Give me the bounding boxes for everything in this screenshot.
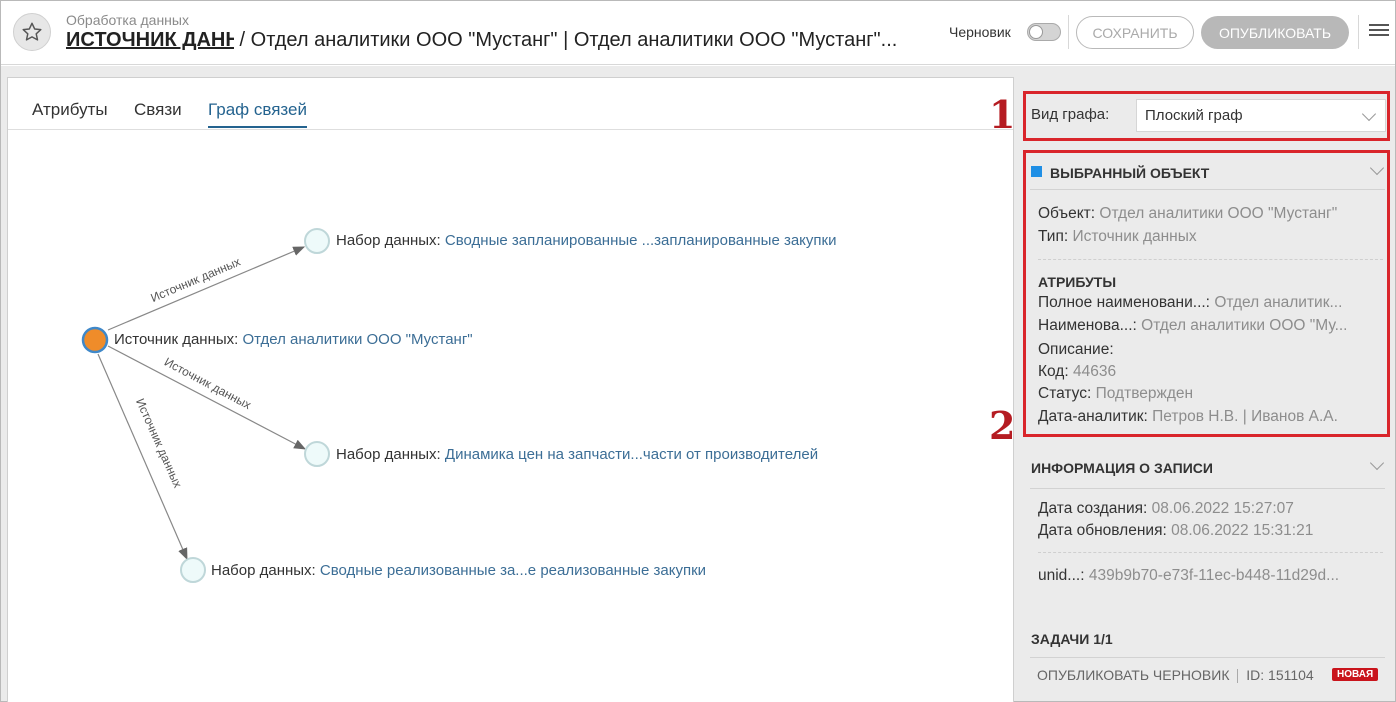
favorite-button[interactable] — [13, 13, 51, 51]
center-node[interactable] — [81, 326, 109, 354]
graph-type-label: Вид графа: — [1031, 106, 1110, 123]
header-bar: Обработка данных ИСТОЧНИК ДАННЫХ / Отдел… — [1, 1, 1395, 65]
object-row: Объект: Отдел аналитики ООО "Мустанг" — [1038, 205, 1338, 222]
task-item[interactable]: ОПУБЛИКОВАТЬ ЧЕРНОВИК ID: 151104 — [1037, 667, 1314, 684]
dataset-node-label: Набор данных: Динамика цен на запчасти..… — [336, 446, 819, 463]
publish-button[interactable]: ОПУБЛИКОВАТЬ — [1201, 16, 1349, 49]
save-button[interactable]: СОХРАНИТЬ — [1076, 16, 1194, 49]
divider — [1038, 552, 1383, 553]
annotation-2: 2 — [989, 403, 1016, 448]
graph-edge — [97, 353, 188, 561]
graph-type-value: Плоский граф — [1145, 107, 1243, 124]
dataset-node[interactable] — [304, 441, 330, 467]
updated-row: Дата обновления: 08.06.2022 15:31:21 — [1038, 522, 1314, 539]
dataset-node[interactable] — [180, 557, 206, 583]
graph-type-select[interactable]: Плоский граф — [1136, 99, 1386, 132]
hamburger-menu-icon[interactable] — [1369, 21, 1389, 41]
description-row: Описание: — [1038, 341, 1114, 358]
relations-graph[interactable]: Источник данных Источник данных Источник… — [8, 78, 1013, 702]
divider — [1030, 189, 1385, 190]
dataset-node-label: Набор данных: Сводные запланированные ..… — [336, 232, 837, 249]
full-name-row: Полное наименовани...: Отдел аналитик... — [1038, 294, 1343, 311]
divider — [1030, 488, 1385, 489]
graph-canvas — [81, 228, 330, 583]
star-icon — [22, 22, 42, 41]
draft-toggle[interactable] — [1027, 23, 1061, 41]
code-row: Код: 44636 — [1038, 363, 1117, 380]
dataset-link[interactable]: Динамика цен на запчасти...части от прои… — [445, 446, 818, 463]
main-card: Атрибуты Связи Граф связей Источник данн… — [7, 77, 1014, 702]
graph-edge — [107, 246, 306, 331]
analyst-row: Дата-аналитик: Петров Н.В. | Иванов А.А. — [1038, 408, 1338, 425]
status-badge: НОВАЯ — [1332, 668, 1379, 681]
page-subtitle: Обработка данных — [66, 12, 189, 28]
dataset-link[interactable]: Сводные реализованные за...е реализованн… — [320, 562, 706, 579]
task-name[interactable]: ОПУБЛИКОВАТЬ ЧЕРНОВИК — [1037, 667, 1229, 683]
center-node-label: Источник данных: Отдел аналитики ООО "Му… — [114, 331, 473, 348]
dataset-node[interactable] — [304, 228, 330, 254]
toggle-knob — [1029, 25, 1043, 39]
center-node-link[interactable]: Отдел аналитики ООО "Мустанг" — [243, 331, 473, 348]
draft-label: Черновик — [949, 24, 1011, 40]
selected-object-marker — [1031, 166, 1042, 177]
selected-object-title: ВЫБРАННЫЙ ОБЪЕКТ — [1050, 165, 1210, 181]
dataset-link[interactable]: Сводные запланированные ...запланированн… — [445, 232, 837, 249]
name-row: Наименова...: Отдел аналитики ООО "Му... — [1038, 317, 1348, 334]
divider — [1068, 15, 1069, 49]
status-row: Статус: Подтвержден — [1038, 385, 1194, 402]
annotation-1: 1 — [989, 92, 1016, 137]
record-info-title: ИНФОРМАЦИЯ О ЗАПИСИ — [1031, 460, 1213, 476]
divider — [1237, 669, 1239, 684]
divider — [1030, 657, 1385, 658]
divider — [1038, 259, 1383, 260]
tasks-title: ЗАДАЧИ 1/1 — [1031, 631, 1113, 647]
page-title-text: / Отдел аналитики ООО "Мустанг" | Отдел … — [234, 29, 898, 51]
attributes-title: АТРИБУТЫ — [1038, 274, 1117, 290]
task-id: ID: 151104 — [1246, 667, 1314, 683]
divider — [1358, 15, 1359, 49]
created-row: Дата создания: 08.06.2022 15:27:07 — [1038, 500, 1294, 517]
unid-row: unid...: 439b9b70-e73f-11ec-b448-11d29d.… — [1038, 567, 1340, 584]
dataset-node-label: Набор данных: Сводные реализованные за..… — [211, 562, 707, 579]
type-row: Тип: Источник данных — [1038, 228, 1197, 245]
graph-edge — [107, 345, 307, 450]
page-title: ИСТОЧНИК ДАННЫХ / Отдел аналитики ООО "М… — [66, 29, 936, 52]
source-type-link[interactable]: ИСТОЧНИК ДАННЫХ — [66, 29, 234, 52]
